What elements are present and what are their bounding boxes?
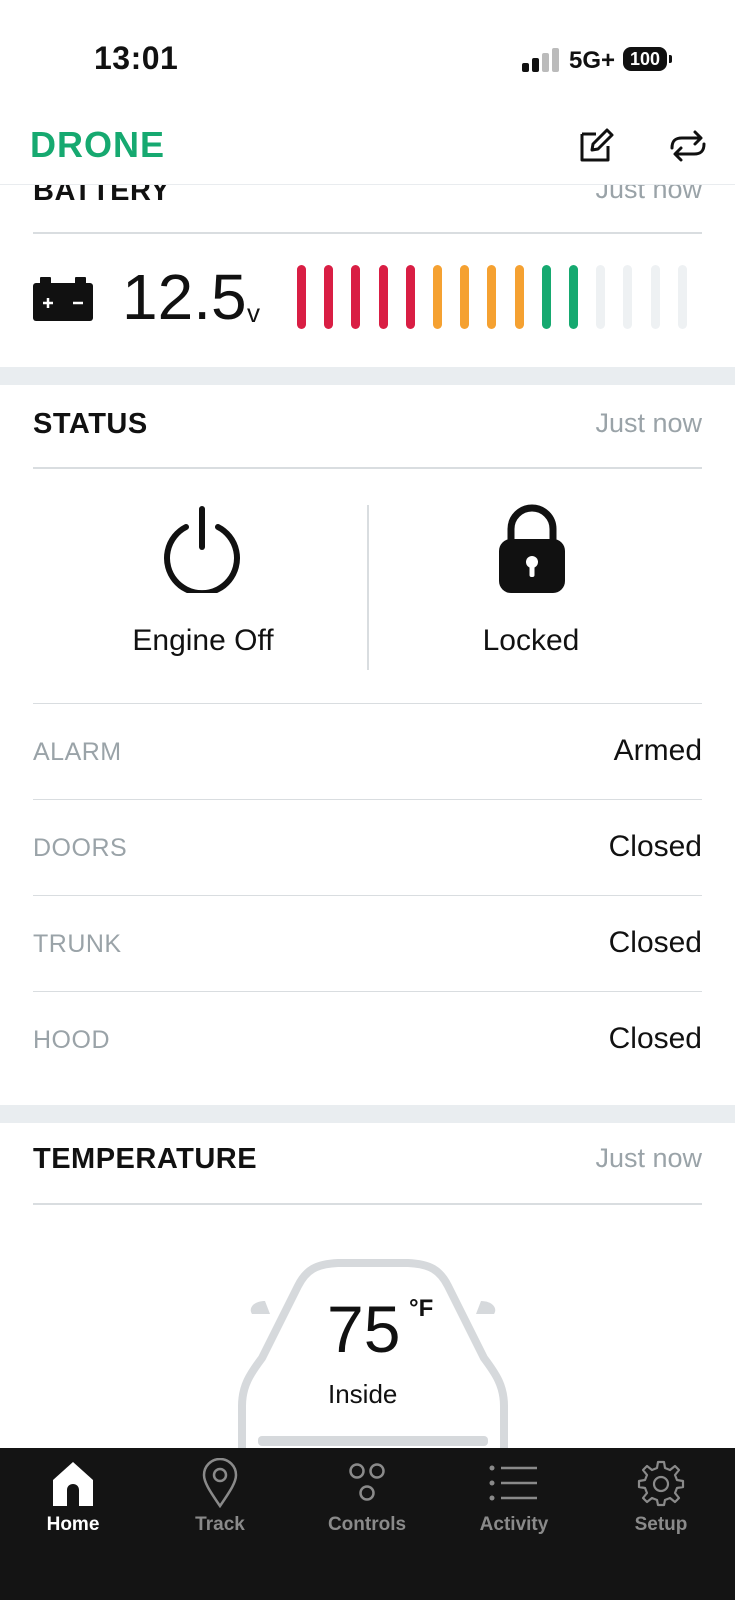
swap-icon[interactable]: [668, 126, 708, 166]
row-label: TRUNK: [33, 930, 122, 958]
tab-controls[interactable]: Controls: [294, 1448, 440, 1558]
controls-icon: [349, 1463, 385, 1501]
network-type: 5G+: [569, 47, 616, 74]
inside-temperature-label: Inside: [328, 1379, 398, 1409]
row-label: HOOD: [33, 1026, 110, 1054]
battery-level-bar: [405, 265, 415, 329]
status-card: STATUS Just now Engine Off Locked ALARM …: [0, 385, 735, 1085]
section-gap: [0, 1105, 735, 1123]
row-value: Closed: [608, 830, 702, 863]
battery-level-bar: [433, 265, 442, 329]
battery-tip: [669, 55, 672, 63]
battery-voltage: 12.5: [122, 261, 247, 333]
lock-icon[interactable]: [497, 503, 567, 593]
row-value: Armed: [613, 734, 702, 767]
battery-level-bars: [297, 265, 697, 331]
edit-icon[interactable]: [576, 126, 616, 166]
clock: 13:01: [94, 40, 179, 76]
home-scroll-content[interactable]: BATTERY Just now 12.5 v STATUS Just now …: [0, 185, 735, 1448]
section-gap: [0, 367, 735, 385]
battery-level-bar: [487, 265, 497, 329]
tab-label: Controls: [327, 1514, 407, 1535]
tab-setup[interactable]: Setup: [588, 1448, 734, 1558]
tab-track[interactable]: Track: [147, 1448, 293, 1558]
temperature-title: TEMPERATURE: [33, 1143, 258, 1175]
app-logo: DRONE: [30, 124, 166, 165]
battery-card: BATTERY Just now 12.5 v: [0, 185, 735, 367]
divider: [33, 799, 702, 800]
battery-level-bar: [378, 265, 388, 329]
pin-icon: [202, 1458, 238, 1508]
battery-level-bar: [623, 265, 633, 329]
divider: [33, 467, 702, 469]
tab-label: Activity: [479, 1514, 549, 1535]
temperature-updated: Just now: [595, 1143, 702, 1173]
row-value: Closed: [608, 926, 702, 959]
divider: [33, 895, 702, 896]
status-updated: Just now: [595, 408, 702, 438]
tab-label: Setup: [634, 1514, 688, 1535]
bottom-tab-bar: Home Track Controls Activity Setup: [0, 1448, 735, 1600]
row-label: ALARM: [33, 738, 122, 766]
battery-level-bar: [569, 265, 578, 329]
temperature-unit: °F: [409, 1295, 434, 1322]
divider: [33, 991, 702, 992]
battery-level-bar: [541, 265, 551, 329]
tab-activity[interactable]: Activity: [441, 1448, 587, 1558]
gear-icon: [637, 1460, 685, 1507]
app-header: DRONE: [0, 120, 735, 185]
engine-status-label: Engine Off: [132, 624, 274, 657]
battery-updated: Just now: [595, 185, 702, 204]
battery-level-bar: [677, 265, 687, 329]
battery-level-bar: [514, 265, 524, 329]
system-status-bar: 13:01 5G+ 100: [0, 0, 735, 120]
voltage-unit: v: [247, 298, 260, 328]
signal-icon: [522, 46, 562, 72]
divider: [33, 1203, 702, 1205]
battery-level-bar: [596, 265, 606, 329]
list-icon: [489, 1465, 537, 1501]
lock-status-label: Locked: [482, 624, 580, 657]
battery-level-bar: [650, 265, 660, 329]
tab-label: Track: [195, 1514, 245, 1535]
row-value: Closed: [608, 1022, 702, 1055]
status-title: STATUS: [33, 408, 148, 440]
temperature-card: TEMPERATURE Just now 75 °F Inside: [0, 1123, 735, 1448]
tab-home[interactable]: Home: [0, 1448, 146, 1558]
battery-level-bar: [351, 265, 361, 329]
battery-level-bar: [297, 265, 306, 329]
vertical-divider: [367, 505, 369, 670]
divider: [33, 232, 702, 234]
divider: [33, 703, 702, 704]
car-battery-icon: [33, 277, 93, 321]
power-icon[interactable]: [160, 503, 244, 593]
battery-level-bar: [324, 265, 334, 329]
battery-title: BATTERY: [33, 185, 171, 207]
tab-label: Home: [46, 1514, 100, 1535]
battery-level-bar: [460, 265, 470, 329]
inside-temperature-value: 75: [327, 1292, 401, 1366]
home-icon: [53, 1462, 93, 1506]
row-label: DOORS: [33, 834, 128, 862]
battery-indicator: 100: [623, 47, 667, 71]
